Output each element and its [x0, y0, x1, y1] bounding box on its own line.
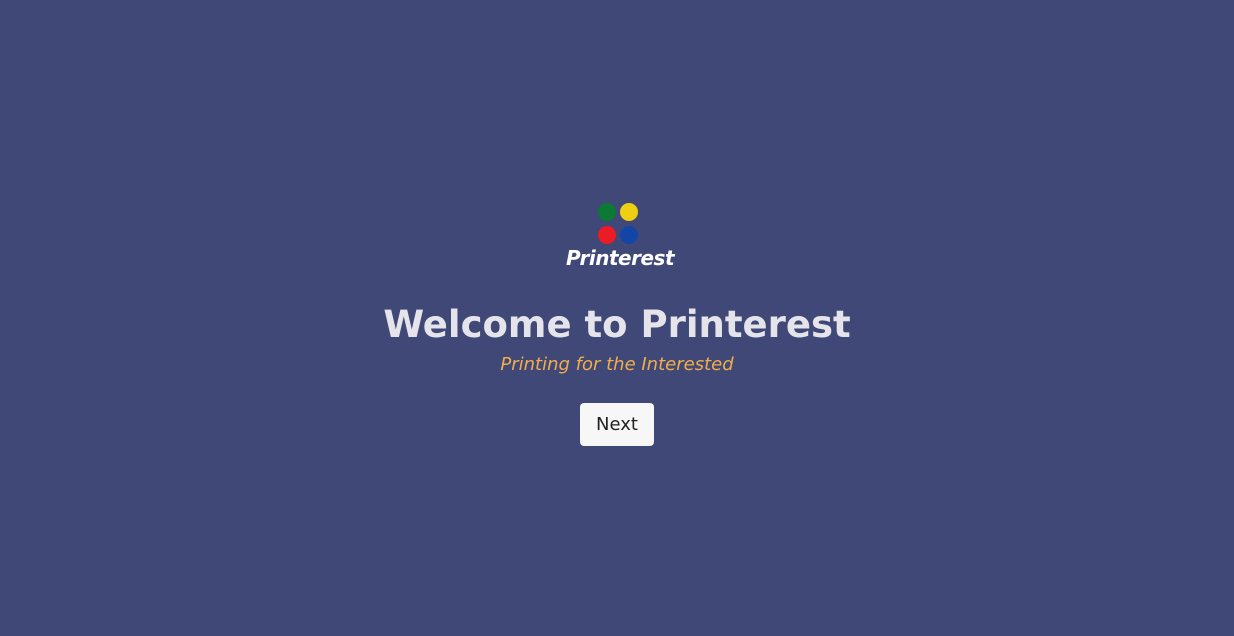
printerest-logo: Printerest — [566, 203, 675, 271]
logo-dots-icon — [598, 203, 640, 245]
next-button[interactable]: Next — [580, 403, 654, 446]
logo-wordmark: Printerest — [566, 246, 675, 270]
welcome-title: Welcome to Printerest — [383, 303, 851, 346]
logo-dot-blue — [620, 226, 638, 244]
welcome-subtitle: Printing for the Interested — [500, 354, 734, 375]
logo-dot-yellow — [620, 203, 638, 221]
logo-dot-green — [598, 203, 616, 221]
logo-dot-red — [598, 226, 616, 244]
